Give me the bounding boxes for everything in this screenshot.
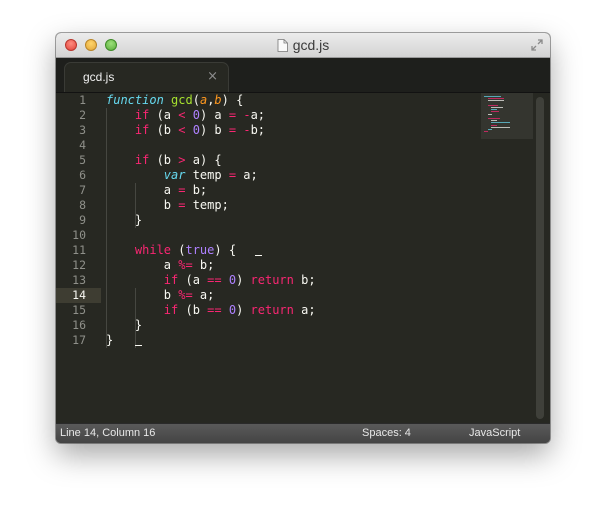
bracket-match-underline xyxy=(255,255,262,256)
line-number: 10 xyxy=(72,228,86,242)
line-number: 4 xyxy=(79,138,86,152)
line-number-gutter: 1 2 3 4 5 6 7 8 9 10 11 12 13 14 15 16 17 xyxy=(56,93,102,423)
line-number: 7 xyxy=(79,183,86,197)
tab-bar: gcd.js × xyxy=(56,58,550,93)
line-number: 3 xyxy=(79,123,86,137)
line-number: 11 xyxy=(72,243,86,257)
status-bar: Line 14, Column 16 Spaces: 4 JavaScript xyxy=(56,423,550,443)
code-line[interactable]: if (b == 0) return a; xyxy=(106,303,316,318)
minimap-line xyxy=(487,113,492,115)
close-icon[interactable]: × xyxy=(207,69,218,85)
code-line[interactable]: if (b > a) { xyxy=(106,153,222,168)
code-line[interactable]: b %= a; xyxy=(106,288,215,303)
code-line[interactable]: while (true) { xyxy=(106,243,236,258)
code-line[interactable]: if (b < 0) b = -b; xyxy=(106,123,265,138)
minimap-line xyxy=(491,122,511,124)
vertical-scrollbar[interactable] xyxy=(536,97,544,419)
code-line[interactable]: a %= b; xyxy=(106,258,215,273)
line-number: 9 xyxy=(79,213,86,227)
code-area[interactable]: function gcd(a,b) { if (a < 0) a = -a; i… xyxy=(106,93,476,423)
window-title: gcd.js xyxy=(292,37,330,53)
minimap-line xyxy=(491,120,498,122)
syntax-mode[interactable]: JavaScript xyxy=(469,427,520,440)
line-number: 12 xyxy=(72,258,86,272)
line-number: 2 xyxy=(79,108,86,122)
minimap-line xyxy=(487,129,492,130)
line-number: 14 xyxy=(72,288,86,302)
minimap-line xyxy=(487,98,504,100)
bracket-match-underline xyxy=(135,345,142,346)
minimap-line xyxy=(484,131,488,133)
tab-label: gcd.js xyxy=(83,70,115,84)
minimap-line xyxy=(491,124,498,126)
line-number: 17 xyxy=(72,333,86,347)
tab-gcd-js[interactable]: gcd.js × xyxy=(64,62,229,92)
fullscreen-icon[interactable] xyxy=(531,39,543,51)
line-number: 15 xyxy=(72,303,86,317)
minimap-line xyxy=(487,100,504,102)
code-line[interactable]: } xyxy=(106,333,113,348)
indentation-setting[interactable]: Spaces: 4 xyxy=(362,427,411,440)
document-icon xyxy=(277,38,288,52)
code-line[interactable]: function gcd(a,b) { xyxy=(106,93,243,108)
line-number: 6 xyxy=(79,168,86,182)
minimap-line xyxy=(491,111,500,113)
minimap-line xyxy=(491,109,497,111)
code-line[interactable]: if (a == 0) return b; xyxy=(106,273,316,288)
minimap[interactable] xyxy=(481,93,533,139)
code-editor[interactable]: 1 2 3 4 5 6 7 8 9 10 11 12 13 14 15 16 17 function gcd(a… xyxy=(56,93,550,423)
minimap-line xyxy=(491,107,503,108)
minimap-line xyxy=(487,104,499,106)
minimap-line xyxy=(491,126,511,128)
line-number: 5 xyxy=(79,153,86,167)
line-number: 16 xyxy=(72,318,86,332)
minimap-line xyxy=(484,96,502,97)
editor-window: gcd.js gcd.js × 1 2 3 4 5 6 7 8 9 10 11 12 13 14 15 16 1… xyxy=(56,33,550,443)
window-title-group: gcd.js xyxy=(56,33,550,57)
code-line[interactable]: } xyxy=(106,318,142,333)
code-line[interactable]: b = temp; xyxy=(106,198,229,213)
minimap-line xyxy=(487,118,501,119)
code-line[interactable]: if (a < 0) a = -a; xyxy=(106,108,265,123)
line-number: 8 xyxy=(79,198,86,212)
code-line[interactable]: var temp = a; xyxy=(106,168,258,183)
line-number: 1 xyxy=(79,93,86,107)
cursor-position[interactable]: Line 14, Column 16 xyxy=(60,427,155,440)
code-line[interactable]: } xyxy=(106,213,142,228)
line-number: 13 xyxy=(72,273,86,287)
title-bar[interactable]: gcd.js xyxy=(56,33,550,58)
code-line[interactable]: a = b; xyxy=(106,183,207,198)
